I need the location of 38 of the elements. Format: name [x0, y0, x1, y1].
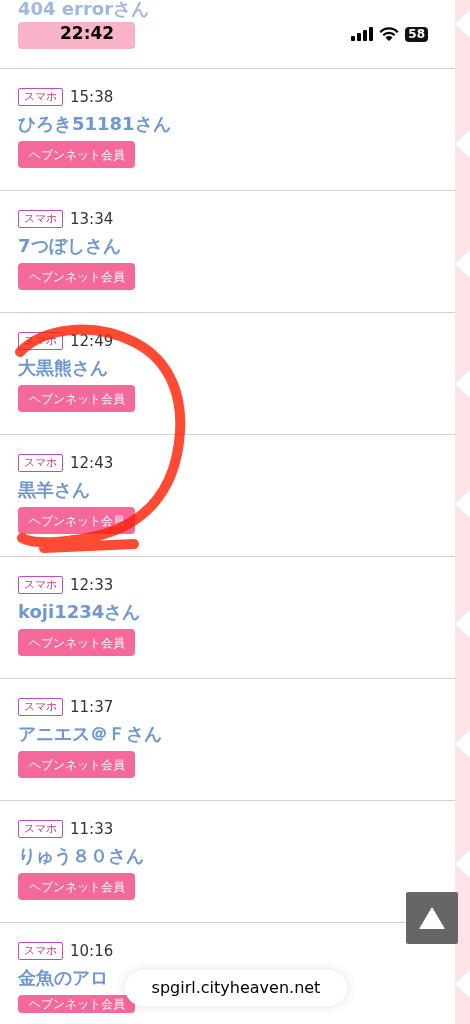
visit-time: 11:37 — [70, 696, 114, 718]
visitor-name[interactable]: koji1234さん — [18, 601, 141, 623]
member-badge: ヘブンネット会員 — [18, 995, 135, 1013]
visit-time: 12:49 — [70, 330, 114, 352]
battery-indicator: 58 — [405, 26, 428, 42]
visitor-name[interactable]: 黒羊さん — [18, 479, 90, 501]
device-tag: スマホ — [18, 942, 63, 960]
member-badge: ヘブンネット会員 — [18, 141, 135, 168]
visitor-name[interactable]: ひろき51181さん — [18, 113, 171, 135]
device-tag: スマホ — [18, 820, 63, 838]
visit-time: 12:43 — [70, 452, 114, 474]
wifi-icon — [379, 27, 400, 41]
visit-time: 10:16 — [70, 940, 114, 962]
visitor-name[interactable]: 金魚のアロ — [18, 967, 108, 989]
visit-time: 15:38 — [70, 86, 114, 108]
visit-time: 13:34 — [70, 208, 114, 230]
device-tag: スマホ — [18, 698, 63, 716]
visitor-name[interactable]: 7つぼしさん — [18, 235, 121, 257]
visitor-name[interactable]: 大黒熊さん — [18, 357, 108, 379]
member-badge: ヘブンネット会員 — [18, 263, 135, 290]
signal-icon — [351, 27, 374, 41]
device-tag: スマホ — [18, 454, 63, 472]
visit-time: 12:33 — [70, 574, 114, 596]
visitor-name[interactable]: アニエス＠Ｆさん — [18, 723, 162, 745]
status-time: 22:42 — [60, 22, 115, 46]
device-tag: スマホ — [18, 210, 63, 228]
member-badge: ヘブンネット会員 — [18, 629, 135, 656]
member-badge: ヘブンネット会員 — [18, 385, 135, 412]
visitor-name[interactable]: りゅう８０さん — [18, 845, 144, 867]
visit-time: 11:33 — [70, 818, 114, 840]
up-triangle-icon — [419, 907, 445, 929]
device-tag: スマホ — [18, 576, 63, 594]
member-badge: ヘブンネット会員 — [18, 873, 135, 900]
device-tag: スマホ — [18, 88, 63, 106]
member-badge: ヘブンネット会員 — [18, 751, 135, 778]
url-bar[interactable]: spgirl.cityheaven.net — [125, 970, 347, 1006]
visitor-name[interactable]: 404 errorさん — [18, 0, 150, 18]
scroll-top-button[interactable] — [406, 892, 458, 944]
